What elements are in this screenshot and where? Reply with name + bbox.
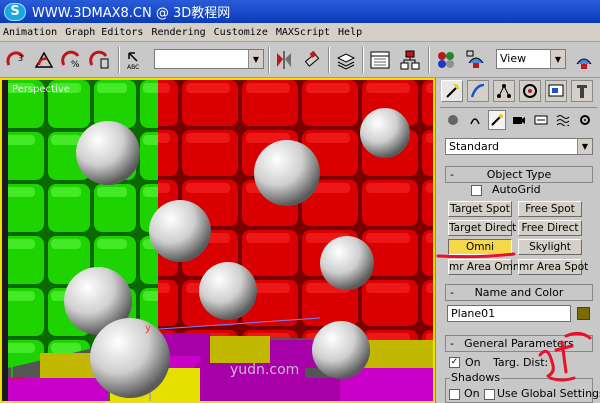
mirror-icon[interactable] — [272, 48, 296, 72]
menu-bar: Animation Graph Editors Rendering Custom… — [0, 23, 600, 42]
free-direct-button[interactable]: Free Direct — [518, 220, 582, 236]
window-title: WWW.3DMAX8.CN @ 3D教程网 — [32, 6, 231, 21]
geometry-icon[interactable] — [444, 110, 462, 130]
motion-tab-icon[interactable] — [519, 80, 541, 102]
svg-text:3: 3 — [18, 54, 23, 63]
menu-help[interactable]: Help — [338, 27, 362, 38]
utilities-tab-icon[interactable] — [571, 80, 593, 102]
light-on-label: On — [465, 356, 481, 369]
object-type-title: Object Type — [486, 168, 552, 181]
modify-tab-icon[interactable] — [467, 80, 489, 102]
name-and-color-title: Name and Color — [474, 286, 564, 299]
app-logo-icon: S — [4, 2, 26, 21]
svg-text:%: % — [71, 60, 80, 70]
object-name-field[interactable]: Plane01 — [447, 305, 571, 322]
chevron-down-icon: ▼ — [577, 139, 592, 154]
create-tab-icon[interactable] — [441, 80, 463, 102]
percent-snap-icon[interactable]: % — [60, 48, 84, 72]
free-spot-button[interactable]: Free Spot — [518, 201, 582, 217]
view-dropdown-value: View — [500, 52, 527, 65]
space-warps-icon[interactable] — [554, 110, 572, 130]
object-category-bar — [436, 110, 600, 132]
material-editor-icon[interactable] — [434, 48, 458, 72]
cameras-icon[interactable] — [510, 110, 528, 130]
schematic-view-icon[interactable] — [398, 48, 422, 72]
shadows-label: Shadows — [450, 371, 502, 384]
perspective-viewport[interactable]: Perspective y yudn.com — [0, 78, 435, 403]
use-global-settings-checkbox[interactable] — [484, 389, 495, 400]
command-panel: Standard ▼ - Object Type AutoGrid Target… — [435, 78, 600, 403]
object-type-rollout-header[interactable]: - Object Type — [445, 166, 593, 183]
helpers-icon[interactable] — [532, 110, 550, 130]
shapes-icon[interactable] — [466, 110, 484, 130]
omni-button[interactable]: Omni — [448, 239, 512, 255]
angle-snap-icon[interactable] — [32, 48, 56, 72]
chevron-down-icon: ▼ — [550, 50, 565, 68]
name-and-color-rollout-header[interactable]: - Name and Color — [445, 284, 593, 301]
viewport-label[interactable]: Perspective — [12, 84, 70, 95]
command-panel-tabs — [436, 78, 600, 106]
scene-render — [8, 80, 433, 401]
menu-customize[interactable]: Customize — [214, 27, 268, 38]
menu-maxscript[interactable]: MAXScript — [276, 27, 330, 38]
skylight-button[interactable]: Skylight — [518, 239, 582, 255]
autogrid-checkbox[interactable] — [471, 185, 482, 196]
general-parameters-rollout-header[interactable]: - General Parameters — [445, 335, 593, 352]
svg-text:ABC: ABC — [127, 64, 139, 71]
object-color-swatch[interactable] — [577, 307, 590, 320]
named-selection-icon[interactable]: ABC — [124, 48, 148, 72]
systems-icon[interactable] — [576, 110, 594, 130]
snap-3d-icon[interactable]: 3 — [4, 48, 28, 72]
general-parameters-title: General Parameters — [464, 337, 574, 350]
chevron-down-icon: ▼ — [248, 50, 263, 68]
spinner-snap-icon[interactable] — [88, 48, 112, 72]
target-spot-button[interactable]: Target Spot — [448, 201, 512, 217]
shadows-on-checkbox[interactable] — [449, 389, 460, 400]
view-dropdown[interactable]: View ▼ — [496, 49, 566, 69]
curve-editor-icon[interactable] — [368, 48, 392, 72]
collapse-icon: - — [450, 337, 454, 350]
menu-rendering[interactable]: Rendering — [151, 27, 205, 38]
menu-animation[interactable]: Animation — [3, 27, 57, 38]
hierarchy-tab-icon[interactable] — [493, 80, 515, 102]
named-selection-set-dropdown[interactable]: ▼ — [154, 49, 264, 69]
align-icon[interactable] — [300, 48, 324, 72]
autogrid-label: AutoGrid — [492, 183, 541, 196]
light-on-checkbox[interactable]: ✓ — [449, 357, 460, 368]
lights-icon[interactable] — [488, 110, 506, 130]
render-scene-icon[interactable] — [464, 48, 488, 72]
title-bar: S WWW.3DMAX8.CN @ 3D教程网 — [0, 0, 600, 23]
gizmo-axis-label: y — [145, 323, 151, 334]
collapse-icon: - — [450, 168, 454, 181]
collapse-icon: - — [450, 286, 454, 299]
light-category-dropdown[interactable]: Standard ▼ — [445, 138, 593, 155]
light-category-value: Standard — [449, 140, 500, 153]
main-toolbar: 3 % ABC ▼ View ▼ — [0, 42, 600, 78]
mr-area-spot-button[interactable]: mr Area Spot — [518, 259, 588, 275]
target-direct-button[interactable]: Target Direct — [448, 220, 516, 236]
mr-area-omni-button[interactable]: mr Area Omni — [448, 259, 522, 275]
display-tab-icon[interactable] — [545, 80, 567, 102]
layer-manager-icon[interactable] — [334, 48, 358, 72]
watermark: yudn.com — [230, 362, 300, 378]
quick-render-icon[interactable] — [572, 48, 596, 72]
use-global-settings-label: Use Global Settings — [497, 387, 600, 400]
shadows-on-label: On — [464, 387, 480, 400]
menu-graph-editors[interactable]: Graph Editors — [65, 27, 143, 38]
targ-dist-label: Targ. Dist: — [493, 356, 549, 369]
